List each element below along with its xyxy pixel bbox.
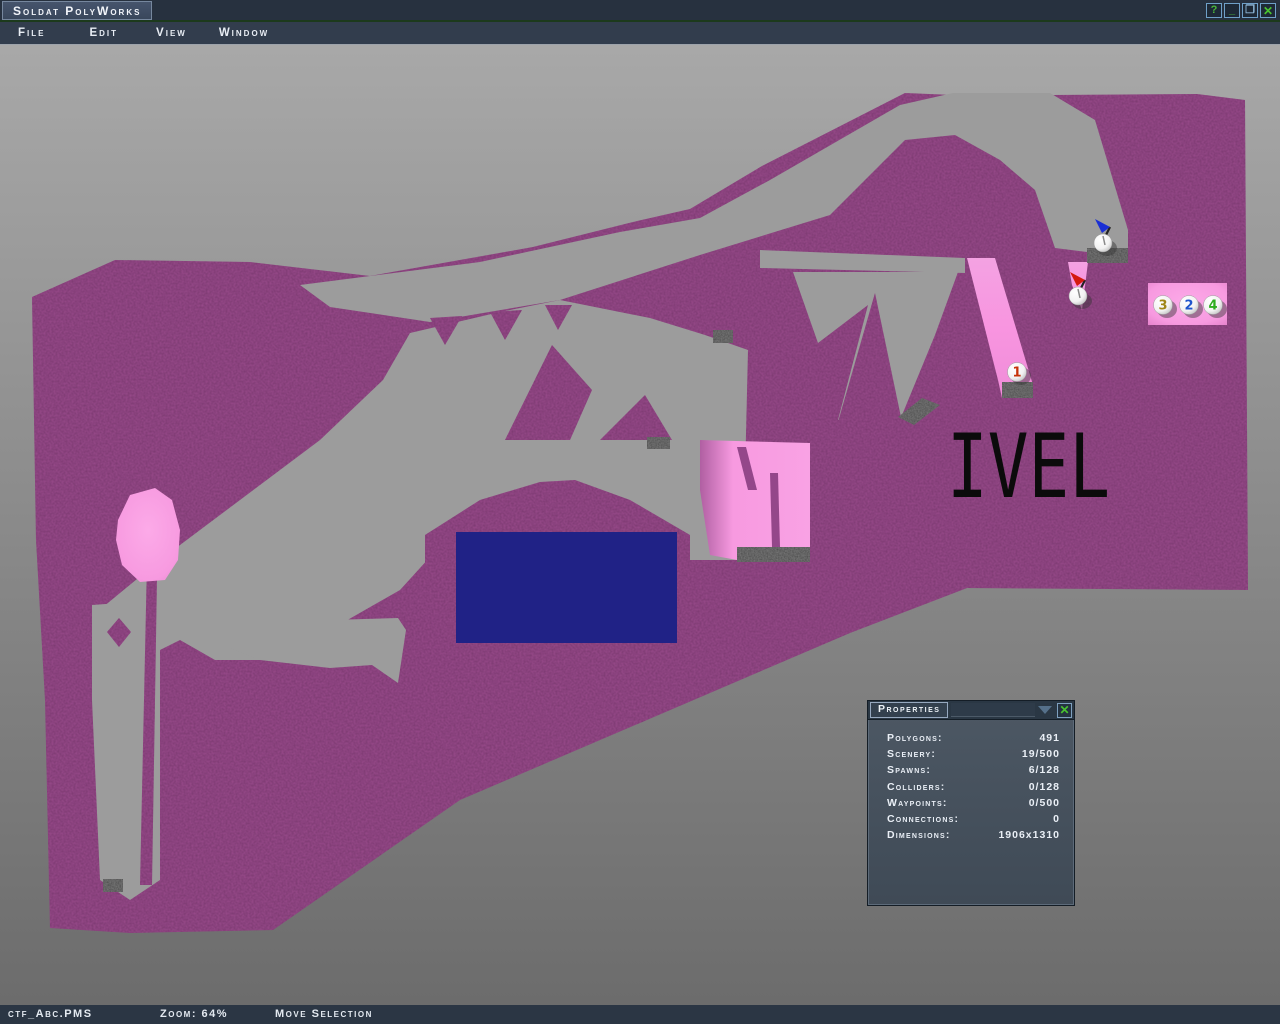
svg-text:4: 4 xyxy=(1208,299,1217,314)
platform xyxy=(647,437,670,449)
window-controls: ? _ ❐ ✕ xyxy=(1206,3,1276,18)
menu-view[interactable]: View xyxy=(148,24,195,42)
property-value: 19/500 xyxy=(1022,748,1060,764)
map-scenery-text[interactable]: IVEL xyxy=(947,415,1110,518)
svg-text:3: 3 xyxy=(1158,299,1167,314)
status-filename: ctf_Abc.PMS xyxy=(8,1008,93,1020)
properties-panel-title: Properties xyxy=(870,702,948,719)
menu-edit[interactable]: Edit xyxy=(81,24,126,42)
properties-panel-slot xyxy=(951,703,1035,717)
polyworks-window: Soldat PolyWorks ? _ ❐ ✕ File Edit View … xyxy=(0,0,1280,1024)
platform xyxy=(103,879,123,892)
status-zoom-level: Zoom: 64% xyxy=(160,1008,228,1020)
minimize-button[interactable]: _ xyxy=(1224,3,1240,18)
property-value: 0 xyxy=(1053,813,1060,829)
property-label: Spawns: xyxy=(887,764,931,780)
property-value: 0/128 xyxy=(1029,781,1060,797)
blue-water-rect[interactable] xyxy=(456,532,677,643)
menu-file[interactable]: File xyxy=(10,24,53,42)
property-row: Waypoints: 0/500 xyxy=(887,797,1060,813)
status-bar: ctf_Abc.PMS Zoom: 64% Move Selection xyxy=(0,1005,1280,1024)
property-label: Polygons: xyxy=(887,732,943,748)
restore-button[interactable]: ❐ xyxy=(1242,3,1258,18)
property-row: Connections: 0 xyxy=(887,813,1060,829)
properties-panel-body: Polygons: 491 Scenery: 19/500 Spawns: 6/128… xyxy=(868,720,1074,845)
pink-mid-room xyxy=(700,440,810,560)
help-button[interactable]: ? xyxy=(1206,3,1222,18)
property-row: Polygons: 491 xyxy=(887,732,1060,748)
property-value: 0/500 xyxy=(1029,797,1060,813)
app-title-box: Soldat PolyWorks xyxy=(2,1,152,20)
property-row: Spawns: 6/128 xyxy=(887,764,1060,780)
property-row: Colliders: 0/128 xyxy=(887,781,1060,797)
property-label: Dimensions: xyxy=(887,829,951,845)
menu-window[interactable]: Window xyxy=(211,24,277,42)
property-label: Waypoints: xyxy=(887,797,948,813)
property-label: Scenery: xyxy=(887,748,936,764)
app-title: Soldat PolyWorks xyxy=(13,4,141,18)
panel-close-button[interactable]: ✕ xyxy=(1057,703,1072,718)
title-bar[interactable]: Soldat PolyWorks ? _ ❐ ✕ xyxy=(0,0,1280,22)
collapse-arrow-icon[interactable] xyxy=(1038,706,1052,714)
map-canvas-svg[interactable]: IVEL 1 3 2 4 xyxy=(0,45,1280,1005)
property-label: Colliders: xyxy=(887,781,945,797)
property-value: 491 xyxy=(1039,732,1060,748)
platform xyxy=(713,330,733,343)
property-value: 6/128 xyxy=(1029,764,1060,780)
platform xyxy=(737,547,810,562)
close-button[interactable]: ✕ xyxy=(1260,3,1276,18)
property-row: Scenery: 19/500 xyxy=(887,748,1060,764)
property-value: 1906x1310 xyxy=(998,829,1060,845)
properties-panel: Properties ✕ Polygons: 491 Scenery: 19/500… xyxy=(867,700,1075,906)
property-row: Dimensions: 1906x1310 xyxy=(887,829,1060,845)
svg-text:2: 2 xyxy=(1184,299,1193,314)
map-editor-canvas[interactable]: IVEL 1 3 2 4 xyxy=(0,45,1280,1005)
menu-bar: File Edit View Window xyxy=(0,22,1280,45)
properties-panel-titlebar[interactable]: Properties ✕ xyxy=(868,701,1074,720)
svg-text:1: 1 xyxy=(1012,366,1021,381)
property-label: Connections: xyxy=(887,813,959,829)
status-active-tool: Move Selection xyxy=(275,1008,373,1020)
